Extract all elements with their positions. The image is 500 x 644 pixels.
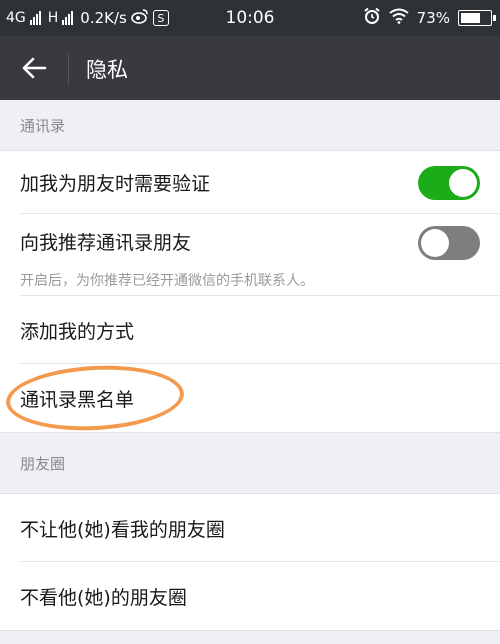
section-header-moments: 朋友圈 [20,454,66,473]
add-me-methods-row[interactable]: 添加我的方式 [0,296,500,364]
page-title: 隐私 [86,58,128,82]
alarm-icon [363,7,381,29]
row-label: 加我为朋友时需要验证 [20,173,211,195]
contacts-group: 加我为朋友时需要验证 向我推荐通讯录朋友 开启后，为你推荐已经开通微信的手机联系… [0,150,500,435]
row-label: 不看他(她)的朋友圈 [20,586,187,609]
hide-their-moments-row[interactable]: 不看他(她)的朋友圈 [0,562,500,630]
status-bar: 4G H 0.2K/s S 10:06 73% [0,0,500,36]
recommend-contacts-toggle[interactable] [418,226,480,260]
section-header-contacts: 通讯录 [20,116,66,135]
verify-friend-toggle[interactable] [418,165,480,200]
title-bar: 隐私 [0,36,500,100]
row-label: 添加我的方式 [20,320,135,343]
status-right: 73% [363,7,496,29]
verify-friend-row[interactable]: 加我为朋友时需要验证 [0,151,500,214]
battery-percent: 73% [416,9,450,27]
row-label: 不让他(她)看我的朋友圈 [20,518,225,541]
wifi-icon [389,8,409,28]
settings-content: 通讯录 加我为朋友时需要验证 向我推荐通讯录朋友 开启后，为你推荐已经开通微信的… [0,100,500,644]
title-divider [68,54,69,84]
battery-icon [458,10,496,26]
contacts-blacklist-row[interactable]: 通讯录黑名单 [0,361,500,435]
row-label: 向我推荐通讯录朋友 [20,232,192,254]
recommend-contacts-row[interactable]: 向我推荐通讯录朋友 开启后，为你推荐已经开通微信的手机联系人。 [0,214,500,296]
recommend-contacts-description: 开启后，为你推荐已经开通微信的手机联系人。 [20,273,314,289]
moments-group: 不让他(她)看我的朋友圈 不看他(她)的朋友圈 [0,493,500,631]
hide-my-moments-row[interactable]: 不让他(她)看我的朋友圈 [0,494,500,562]
back-button[interactable] [14,50,54,86]
row-label: 通讯录黑名单 [20,388,135,411]
